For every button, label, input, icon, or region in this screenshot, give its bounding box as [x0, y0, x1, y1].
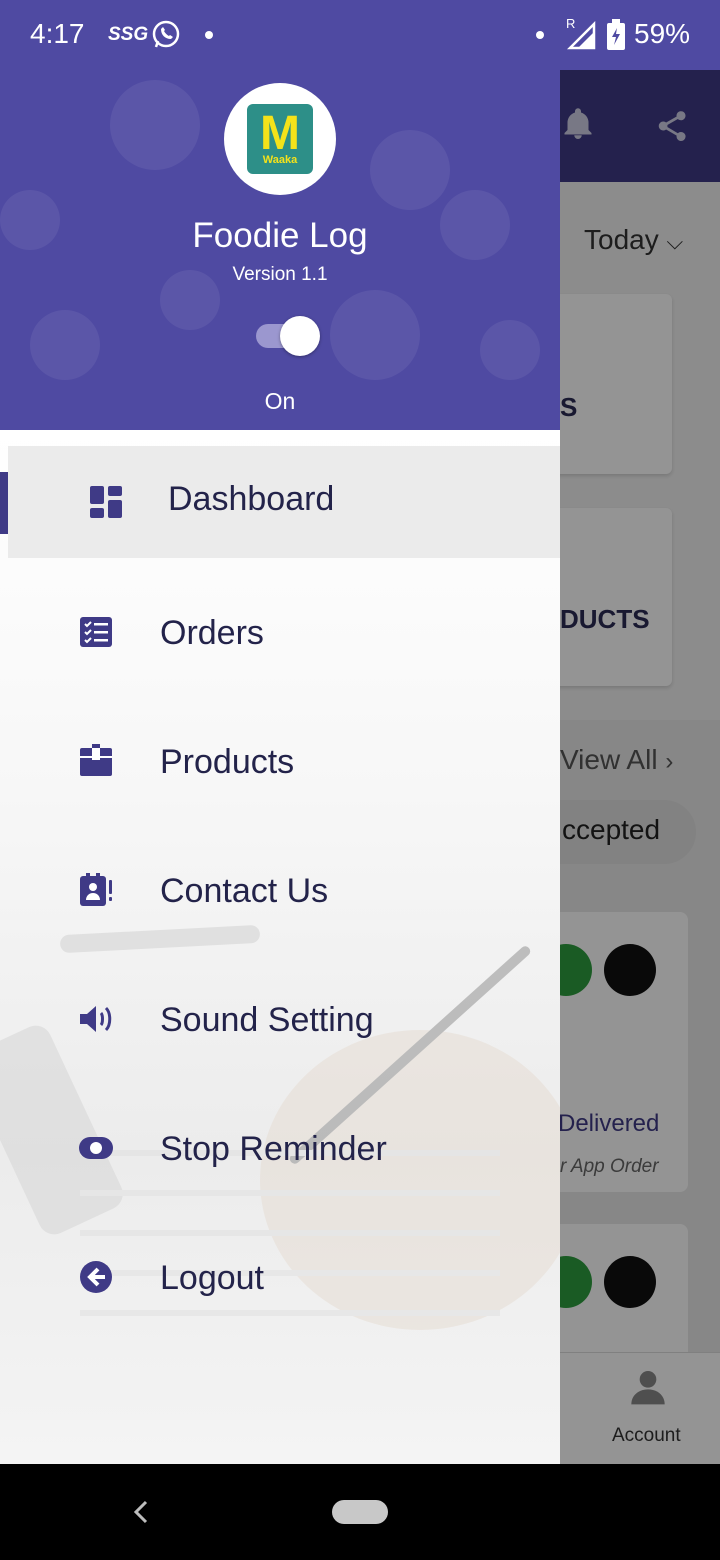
battery-icon — [606, 19, 626, 51]
carrier-label: SSG — [108, 24, 149, 45]
logout-icon — [78, 1259, 114, 1295]
menu-label: Dashboard — [168, 480, 335, 518]
menu-item-orders[interactable]: Orders — [0, 576, 560, 688]
sound-icon — [78, 1001, 114, 1037]
app-logo: M Waaka — [224, 83, 336, 195]
menu-label: Products — [160, 743, 295, 781]
app-version: Version 1.1 — [232, 264, 328, 285]
menu-label: Logout — [160, 1259, 264, 1297]
logo-text: Waaka — [262, 154, 298, 166]
dashboard-icon — [88, 484, 124, 520]
roaming-badge: R — [566, 16, 576, 31]
online-toggle[interactable] — [256, 316, 320, 356]
contact-icon — [78, 872, 114, 908]
menu-label: Contact Us — [160, 872, 329, 910]
toggle-state-label: On — [264, 388, 296, 414]
menu-item-stop-reminder[interactable]: Stop Reminder — [0, 1092, 560, 1204]
menu-label: Stop Reminder — [160, 1130, 387, 1168]
orders-icon — [78, 614, 114, 650]
drawer-header: M Waaka Foodie Log Version 1.1 On — [0, 70, 560, 430]
status-bar: 4:17 SSG R 59% — [0, 0, 720, 70]
battery-percentage: 59% — [634, 18, 691, 49]
menu-item-contact-us[interactable]: Contact Us — [0, 834, 560, 946]
products-icon — [78, 743, 114, 779]
menu-item-dashboard[interactable]: Dashboard — [8, 446, 560, 558]
menu-item-sound-setting[interactable]: Sound Setting — [0, 963, 560, 1075]
back-icon[interactable] — [128, 1494, 152, 1530]
notification-dot-icon — [205, 31, 213, 39]
logo-letter: M — [260, 107, 300, 160]
clock: 4:17 — [30, 18, 85, 49]
stop-reminder-icon — [78, 1130, 114, 1166]
whatsapp-icon — [150, 18, 182, 50]
menu-label: Sound Setting — [160, 1001, 374, 1039]
toggle-thumb — [280, 316, 320, 356]
menu-item-logout[interactable]: Logout — [0, 1221, 560, 1333]
app-name: Foodie Log — [192, 216, 368, 255]
home-pill-button[interactable] — [332, 1500, 388, 1524]
active-item-indicator — [0, 472, 8, 534]
menu-item-products[interactable]: Products — [0, 705, 560, 817]
menu-label: Orders — [160, 614, 264, 652]
notification-dot-icon — [536, 31, 544, 39]
